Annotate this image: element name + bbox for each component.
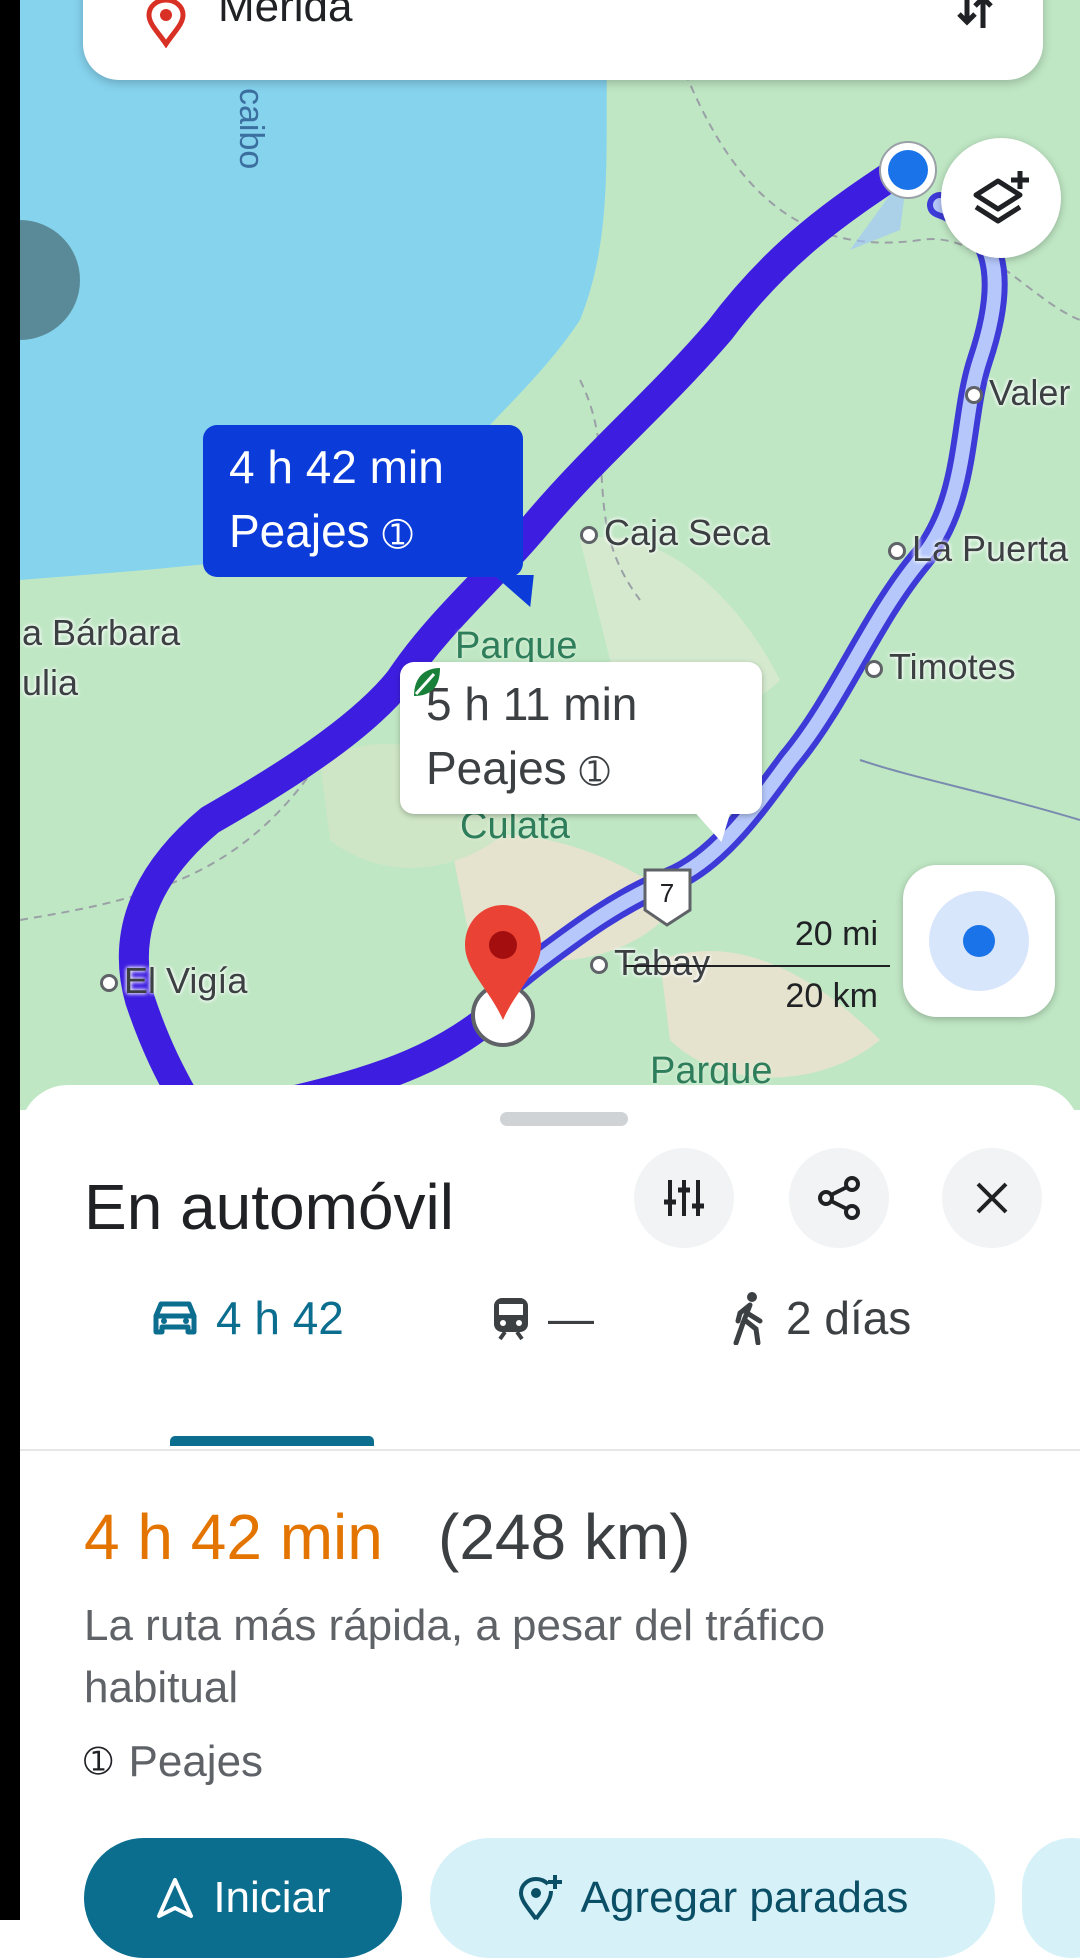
layers-plus-icon (973, 171, 1029, 224)
scale-miles: 20 mi (794, 915, 878, 953)
train-icon (494, 1298, 528, 1341)
active-tab-indicator (170, 1436, 374, 1446)
add-location-icon (518, 1875, 562, 1921)
add-stops-label: Agregar paradas (580, 1873, 909, 1922)
start-navigation-button[interactable]: Iniciar (84, 1838, 402, 1958)
primary-route-time: 4 h 42 min (229, 441, 444, 493)
toll-icon: ➀ (579, 750, 610, 792)
tab-driving[interactable]: 4 h 42 (150, 1258, 344, 1378)
tab-driving-label: 4 h 42 (216, 1292, 344, 1344)
screen-edge (0, 0, 20, 1920)
tab-walking[interactable]: 2 días (730, 1258, 911, 1378)
navigation-arrow-icon (157, 1878, 194, 1918)
place-zulia[interactable]: ulia (22, 662, 78, 704)
water-label: caibo (232, 88, 270, 170)
toll-icon: ➀ (382, 513, 413, 555)
directions-search-card[interactable]: Mérida (83, 0, 1043, 80)
place-el-vigia[interactable]: El Vigía (100, 960, 247, 1002)
route-options-button[interactable] (634, 1148, 734, 1248)
tab-transit[interactable]: — (490, 1258, 594, 1378)
sheet-drag-handle[interactable] (500, 1112, 628, 1126)
add-stops-button[interactable]: Agregar paradas (430, 1838, 995, 1958)
start-label: Iniciar (213, 1873, 331, 1922)
place-santa-barbara[interactable]: a Bárbara (22, 612, 180, 654)
place-caja-seca[interactable]: Caja Seca (580, 512, 770, 554)
tabs-divider (20, 1449, 1080, 1451)
sliders-icon (664, 1180, 704, 1216)
destination-field[interactable]: Mérida (218, 0, 353, 32)
map-scale: 20 mi 20 km (625, 915, 890, 1015)
route-duration: 4 h 42 min (84, 1501, 383, 1573)
location-pin-icon (146, 0, 186, 48)
scale-km: 20 km (785, 977, 878, 1015)
route-tolls: ➀ Peajes (84, 1737, 263, 1787)
route-tolls-label: Peajes (128, 1737, 264, 1786)
place-valera[interactable]: Valer (965, 372, 1070, 414)
layers-button[interactable] (941, 138, 1061, 258)
sheet-title: En automóvil (84, 1171, 454, 1243)
alt-route-time: 5 h 11 min (426, 678, 638, 730)
svg-text:7: 7 (660, 878, 674, 908)
primary-route-tolls: Peajes (229, 505, 370, 557)
my-location-button[interactable] (903, 865, 1055, 1017)
alt-route-tolls: Peajes (426, 742, 567, 794)
primary-route-label[interactable]: 4 h 42 min Peajes ➀ (203, 425, 553, 607)
place-la-puerta[interactable]: La Puerta (888, 528, 1068, 570)
share-icon (818, 1176, 860, 1220)
toll-icon: ➀ (84, 1743, 113, 1781)
close-button[interactable] (942, 1148, 1042, 1248)
alt-route-label[interactable]: 5 h 11 min Peajes ➀ (400, 662, 762, 842)
swap-icon[interactable] (953, 0, 997, 32)
my-location-icon (929, 891, 1029, 991)
place-timotes[interactable]: Timotes (865, 646, 1016, 688)
travel-mode-tabs: 4 h 42 — 2 días (0, 1258, 1060, 1448)
eco-leaf-icon (414, 668, 440, 696)
close-icon (976, 1182, 1008, 1214)
tab-walking-label: 2 días (786, 1292, 912, 1344)
tab-transit-label: — (548, 1292, 594, 1344)
walk-icon (733, 1292, 763, 1345)
route-description: La ruta más rápida, a pesar del tráfico … (84, 1601, 826, 1712)
route-distance: (248 km) (438, 1501, 691, 1573)
share-button[interactable] (789, 1148, 889, 1248)
car-icon (153, 1301, 197, 1335)
